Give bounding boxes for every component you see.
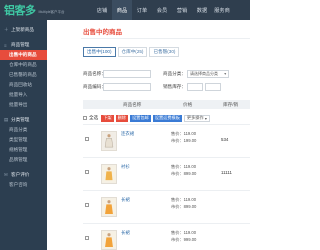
sidebar-item-new-product[interactable]: ＋上架新商品 <box>0 25 47 35</box>
filter-panel: 商品名称： 商品分类： 请选择商品分类 ▼ 商品编码： 销售库存： <box>83 69 250 95</box>
top-nav: 店铺 商品 订单 会员 营销 数据 服务商 <box>92 0 232 20</box>
product-name-input[interactable] <box>103 69 151 78</box>
sidebar-item-on-sale[interactable]: 出售中的商品 <box>0 50 47 60</box>
nav-members[interactable]: 会员 <box>152 0 172 20</box>
tab-warehouse[interactable]: 仓库中(25) <box>117 47 148 57</box>
tab-on-sale[interactable]: 出售中(100) <box>83 47 116 57</box>
row-checkbox[interactable] <box>85 203 89 207</box>
logo-subtitle: Multiple客户平台 <box>38 9 65 14</box>
product-thumbnail[interactable] <box>101 164 117 184</box>
status-tabs: 出售中(100) 仓库中(25) 已售罄(30) <box>83 47 181 57</box>
sidebar-item-brands[interactable]: 品牌管理 <box>0 155 47 165</box>
product-thumbnail[interactable] <box>101 230 117 250</box>
divider <box>81 38 250 39</box>
select-all-checkbox[interactable] <box>83 116 87 120</box>
category-label: 商品分类： <box>163 70 186 76</box>
product-code-input[interactable] <box>103 82 151 91</box>
nav-store[interactable]: 店铺 <box>92 0 112 20</box>
tab-sold-out[interactable]: 已售罄(30) <box>149 47 180 57</box>
delist-button[interactable]: 下架 <box>101 114 114 122</box>
sale-price: 售价：119.00 <box>171 164 197 169</box>
stock-count: 534 <box>221 137 229 142</box>
table-row: 长裙 售价：119.00 市价：899.00 <box>83 190 250 223</box>
sidebar-item-sold-out[interactable]: 已售罄的商品 <box>0 70 47 80</box>
sidebar-item-specs[interactable]: 规格管理 <box>0 145 47 155</box>
table-row: 长裙 售价：119.00 市价：999.00 <box>83 223 250 250</box>
product-name-link[interactable]: 长裙 <box>121 197 130 203</box>
sale-price: 售价：119.00 <box>171 197 197 202</box>
sidebar-item-inquiries[interactable]: 客户咨询 <box>0 180 47 190</box>
product-thumbnail[interactable] <box>101 131 117 151</box>
sidebar-item-categories[interactable]: 商品分类 <box>0 125 47 135</box>
sidebar-item-warehouse[interactable]: 仓库中的商品 <box>0 60 47 70</box>
name-label: 商品名称： <box>83 70 106 76</box>
category-select[interactable]: 请选择商品分类 ▼ <box>187 69 229 78</box>
main-content: 出售中的商品 出售中(100) 仓库中(25) 已售罄(30) 商品名称： 商品… <box>47 20 250 250</box>
stock-label: 销售库存： <box>163 83 186 89</box>
sale-price: 售价：119.00 <box>171 131 197 136</box>
select-all-label: 全选 <box>89 115 99 120</box>
product-name-link[interactable]: 连衣裙 <box>121 131 134 137</box>
stock-min-input[interactable] <box>187 82 203 91</box>
sidebar-item-recycle[interactable]: 商品回收站 <box>0 80 47 90</box>
nav-products[interactable]: 商品 <box>112 0 132 20</box>
market-price: 市价：899.00 <box>171 204 197 209</box>
page-title: 出售中的商品 <box>83 29 122 36</box>
column-price: 价格 <box>183 102 193 107</box>
comment-icon: ✉ <box>4 172 8 177</box>
sale-price: 售价：119.00 <box>171 230 197 235</box>
sidebar: ＋上架新商品 ≡ 商品管理 出售中的商品 仓库中的商品 已售罄的商品 商品回收站 … <box>0 20 47 250</box>
stock-count: 11111 <box>221 170 232 175</box>
bulk-toolbar: 全选 下架 删除 设置包邮 设置运费模板 更多操作 ▾ <box>83 113 250 123</box>
nav-service[interactable]: 服务商 <box>212 0 232 20</box>
market-price: 市价：899.00 <box>171 171 197 176</box>
sidebar-item-types[interactable]: 类型管理 <box>0 135 47 145</box>
nav-data[interactable]: 数据 <box>192 0 212 20</box>
folder-icon: ▤ <box>4 117 9 122</box>
list-icon: ≡ <box>4 42 7 48</box>
chevron-down-icon: ▼ <box>223 71 227 76</box>
code-label: 商品编码： <box>83 83 106 89</box>
logo-text: 铝客多 <box>4 4 36 17</box>
nav-marketing[interactable]: 营销 <box>172 0 192 20</box>
stock-max-input[interactable] <box>205 82 221 91</box>
table-row: 连衣裙 售价：119.00 市价：199.00 534 <box>83 124 250 157</box>
column-name: 商品名称 <box>123 102 142 107</box>
sidebar-item-export[interactable]: 批量导出 <box>0 100 47 110</box>
nav-orders[interactable]: 订单 <box>132 0 152 20</box>
plus-icon: ＋ <box>4 27 9 32</box>
logo[interactable]: 铝客多 Multiple客户平台 <box>4 3 65 17</box>
market-price: 市价：199.00 <box>171 138 197 143</box>
row-checkbox[interactable] <box>85 137 89 141</box>
row-checkbox[interactable] <box>85 170 89 174</box>
sidebar-group-category[interactable]: ▤ 分类管理 <box>0 115 47 125</box>
sidebar-group-reviews[interactable]: ✉ 客户评价 <box>0 170 47 180</box>
row-checkbox[interactable] <box>85 236 89 240</box>
product-thumbnail[interactable] <box>101 197 117 217</box>
market-price: 市价：999.00 <box>171 237 197 242</box>
table-row: 衬衫 售价：119.00 市价：899.00 11111 <box>83 157 250 190</box>
column-stock: 库存/销 <box>223 102 239 107</box>
sidebar-group-product-management[interactable]: ≡ 商品管理 <box>0 40 47 50</box>
sidebar-item-import[interactable]: 批量导入 <box>0 90 47 100</box>
more-actions-button[interactable]: 更多操作 ▾ <box>183 114 210 122</box>
free-shipping-button[interactable]: 设置包邮 <box>129 114 151 122</box>
product-name-link[interactable]: 衬衫 <box>121 164 130 170</box>
shipping-template-button[interactable]: 设置运费模板 <box>152 114 182 122</box>
product-name-link[interactable]: 长裙 <box>121 230 130 236</box>
delete-button[interactable]: 删除 <box>115 114 128 122</box>
table-header: 商品名称 价格 库存/销 <box>83 100 250 109</box>
top-header: 铝客多 Multiple客户平台 店铺 商品 订单 会员 营销 数据 服务商 <box>0 0 250 20</box>
